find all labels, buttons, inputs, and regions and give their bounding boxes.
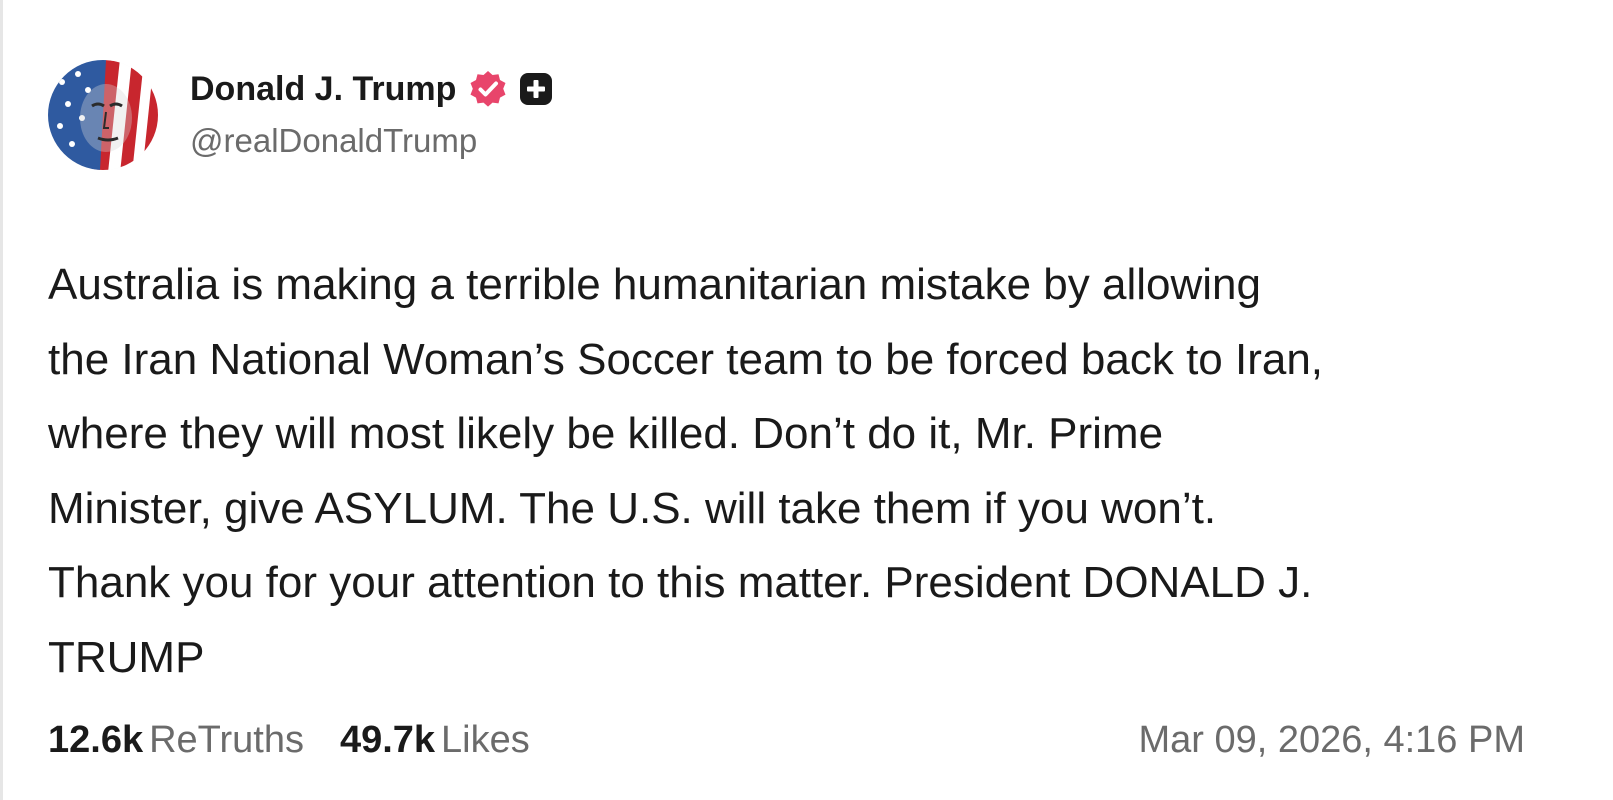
verified-badge-icon [468,69,508,109]
likes-stat[interactable]: 49.7k Likes [340,719,530,762]
retruths-stat[interactable]: 12.6k ReTruths [48,719,304,762]
post-card: Donald J. Trump @realDonaldTrump Austral… [0,0,1613,800]
post-timestamp[interactable]: Mar 09, 2026, 4:16 PM [1138,719,1525,762]
post-footer: 12.6k ReTruths 49.7k Likes Mar 09, 2026,… [48,712,1525,768]
post-header: Donald J. Trump @realDonaldTrump [48,60,554,170]
name-row: Donald J. Trump [190,64,554,114]
plus-badge-icon [518,71,554,107]
likes-count: 49.7k [339,718,436,761]
retruths-count: 12.6k [48,718,144,761]
card-left-border [0,0,3,800]
flag-face-avatar-icon [48,60,158,170]
handle[interactable]: @realDonaldTrump [190,122,554,160]
retruths-label: ReTruths [149,718,304,761]
author-info: Donald J. Trump @realDonaldTrump [190,64,554,160]
post-body: Australia is making a terrible humanitar… [48,260,1324,682]
likes-label: Likes [441,718,530,761]
avatar[interactable] [48,60,158,170]
display-name[interactable]: Donald J. Trump [190,70,456,109]
